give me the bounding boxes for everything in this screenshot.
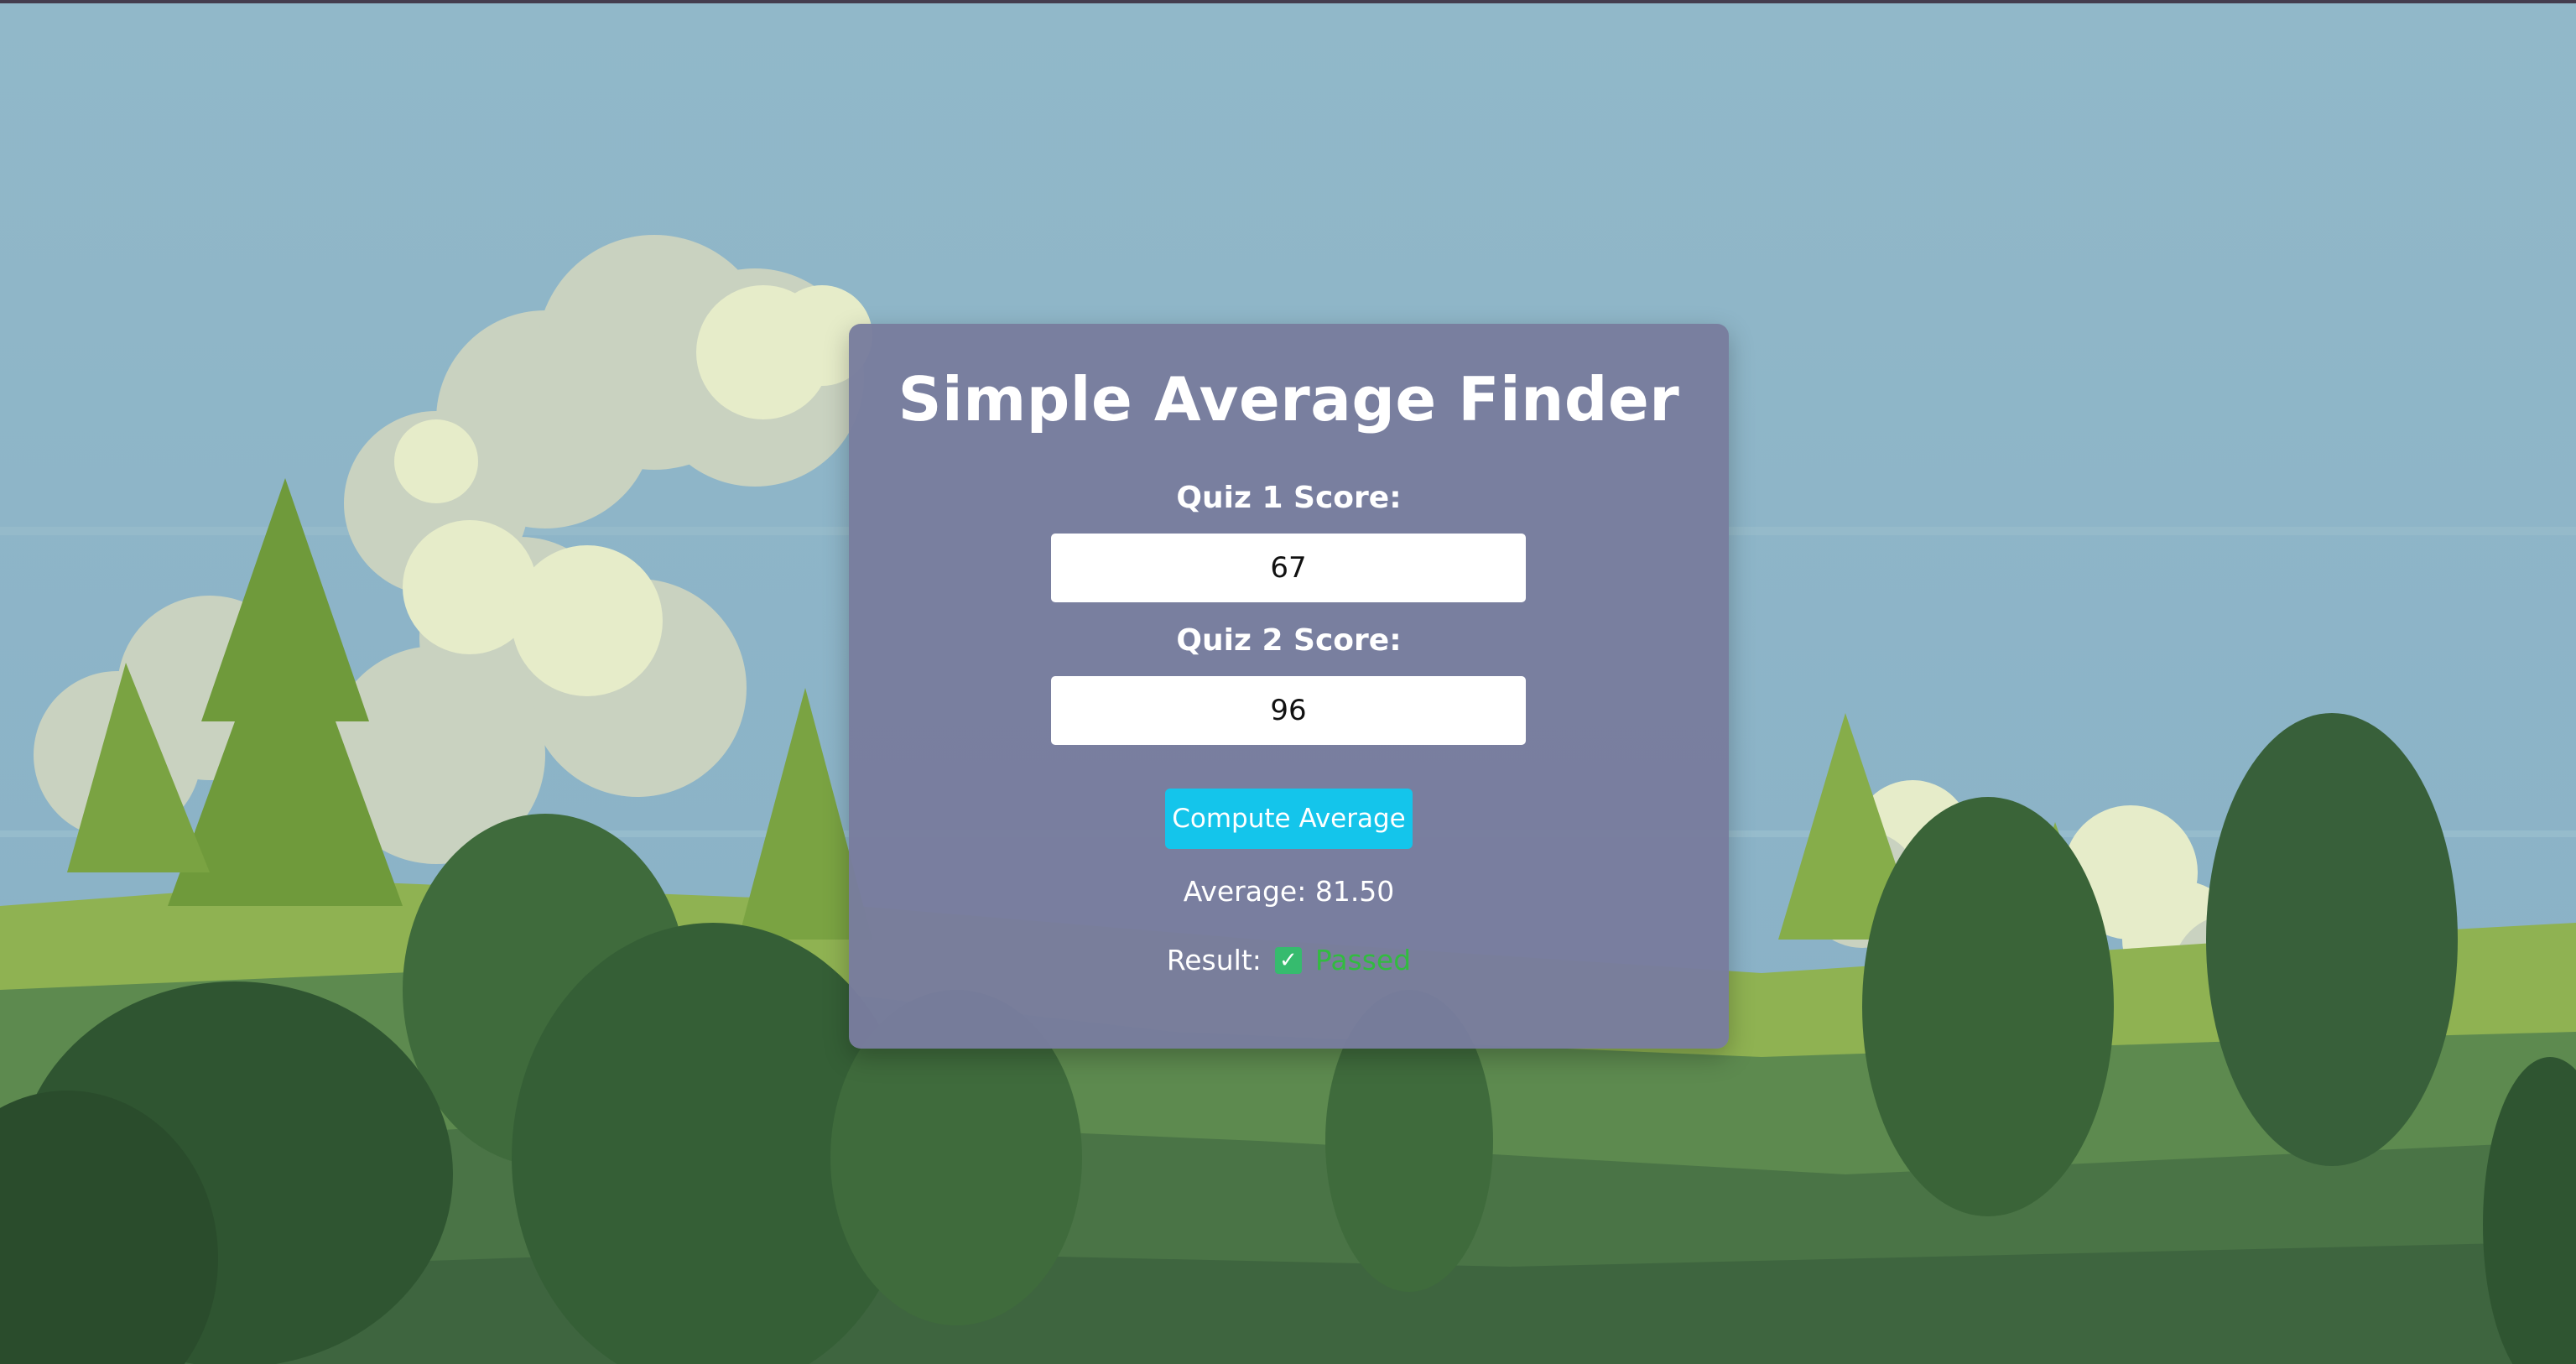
top-border — [0, 0, 2576, 3]
quiz2-input[interactable] — [1051, 676, 1526, 745]
quiz2-label: Quiz 2 Score: — [1176, 623, 1402, 658]
calculator-card: Simple Average Finder Quiz 1 Score: Quiz… — [849, 324, 1729, 1049]
check-mark-icon: ✓ — [1274, 947, 1302, 974]
page-title: Simple Average Finder — [898, 364, 1680, 435]
compute-average-button[interactable]: Compute Average — [1165, 789, 1413, 849]
result-label: Result: — [1166, 944, 1262, 976]
quiz1-input[interactable] — [1051, 534, 1526, 602]
result-status: Passed — [1314, 944, 1412, 976]
result-row: Result: ✓ Passed — [849, 942, 1729, 979]
quiz1-label: Quiz 1 Score: — [1176, 481, 1402, 515]
average-text: Average: 81.50 — [1183, 875, 1395, 908]
